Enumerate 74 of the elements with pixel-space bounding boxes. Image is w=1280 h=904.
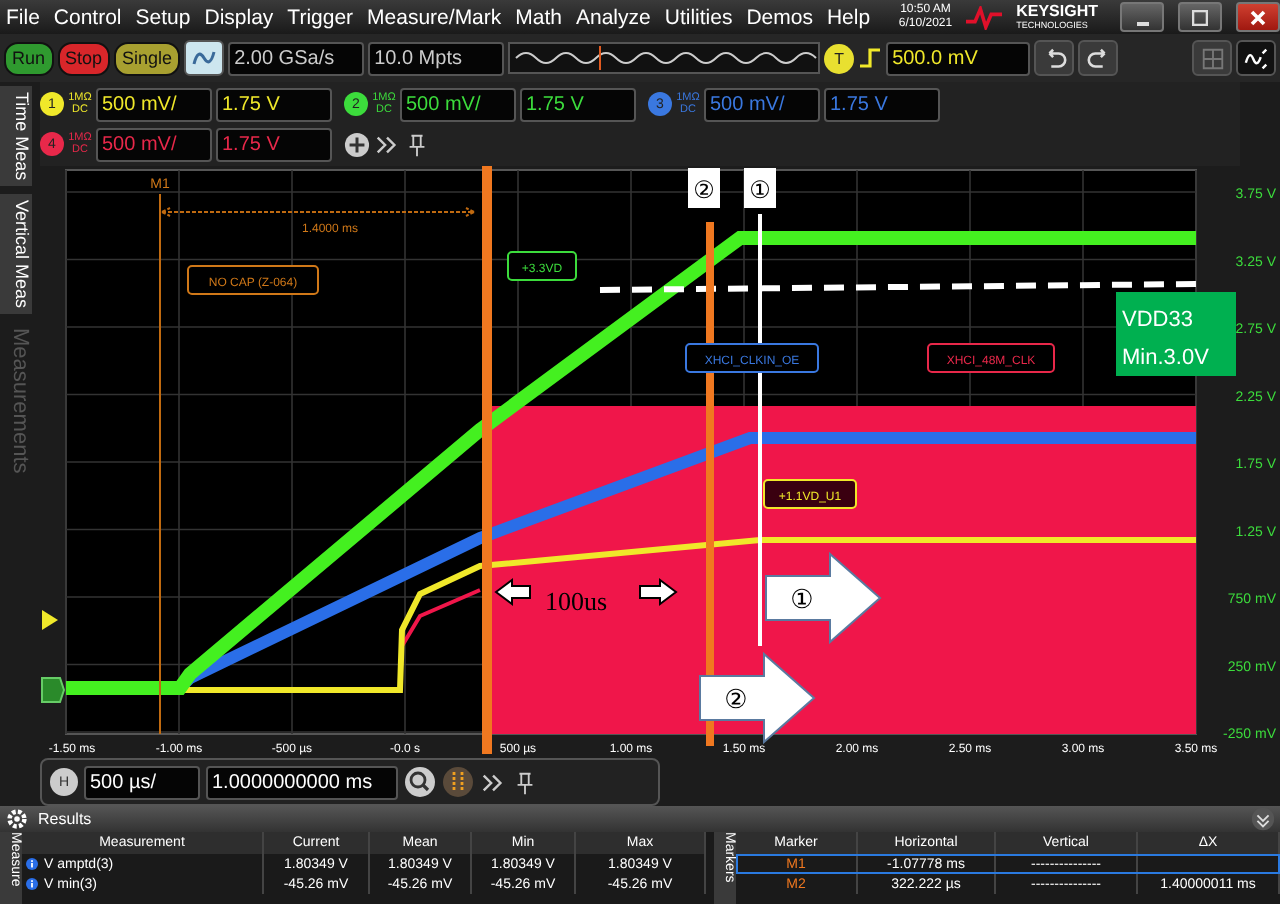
cursor-number: ② (693, 176, 715, 204)
callout-text: Min.3.0V (1122, 346, 1209, 370)
channel-scale-field[interactable]: 500 mV/ (96, 87, 212, 121)
channel-offset-field[interactable]: 1.75 V (216, 127, 332, 161)
menu-item[interactable]: Control (53, 5, 122, 29)
channel-scale-field[interactable]: 500 mV/ (96, 127, 212, 161)
wave-icon (1243, 45, 1269, 71)
channel-offset-field[interactable]: 1.75 V (520, 87, 636, 121)
cursor-tag (688, 168, 720, 208)
arrow-number: ① (790, 586, 814, 616)
arrow-shape (765, 551, 882, 645)
info-icon (26, 878, 38, 890)
autoscale-button[interactable] (184, 40, 225, 76)
zoom-icon[interactable] (404, 766, 436, 798)
menu-item[interactable]: Analyze (576, 5, 651, 29)
arrow-number: ② (724, 686, 748, 716)
run-control-button[interactable]: Run (4, 41, 54, 75)
callout-background (1116, 292, 1236, 376)
maximize-icon (1192, 9, 1208, 25)
info-icon (26, 858, 38, 870)
memory-depth-field[interactable]: 10.0 Mpts (368, 41, 505, 75)
trigger-level-icon[interactable] (42, 610, 58, 630)
time-position-field[interactable]: 1.0000000000 ms (206, 765, 398, 799)
cursor-line[interactable] (758, 214, 762, 646)
menu-item[interactable]: Math (515, 5, 562, 29)
right-arrow-icon (639, 578, 678, 606)
menu-item[interactable]: Setup (135, 5, 191, 29)
minimize-button[interactable] (1120, 2, 1164, 32)
maximize-button[interactable] (1178, 2, 1222, 32)
cursor-tag (744, 168, 776, 208)
sample-rate-field[interactable]: 2.00 GSa/s (228, 41, 365, 75)
channel-offset-field[interactable]: 1.75 V (216, 87, 332, 121)
side-tab[interactable]: Time Meas (0, 86, 32, 187)
marker-line[interactable] (159, 193, 161, 735)
callout-title: VDD33 (1122, 308, 1193, 332)
channel-scale-field[interactable]: 500 mV/ (400, 87, 516, 121)
rising-edge-icon (858, 46, 883, 70)
run-control-button[interactable]: Stop (57, 41, 111, 75)
results-title: Results (38, 810, 92, 828)
menu-item[interactable]: Display (204, 5, 274, 29)
channel-offset-field[interactable]: 1.75 V (824, 87, 940, 121)
waveform-button[interactable] (1236, 40, 1276, 76)
menu-item[interactable]: Help (826, 5, 871, 29)
menu-item[interactable]: Measure/Mark (367, 5, 502, 29)
trigger-level-field[interactable]: 500.0 mV (886, 41, 1031, 75)
close-icon (1248, 7, 1268, 27)
minimize-icon (1135, 21, 1149, 25)
run-control-button[interactable]: Single (114, 41, 181, 75)
side-tab[interactable]: Vertical Meas (0, 194, 32, 315)
brand-name: KEYSIGHT (1016, 3, 1098, 17)
span-label: 100us (544, 586, 608, 616)
channel-scale-field[interactable]: 500 mV/ (704, 87, 820, 121)
collapse-icon[interactable] (1250, 806, 1276, 832)
redo-button[interactable] (1078, 40, 1119, 76)
menu-item[interactable]: File (6, 5, 40, 29)
left-arrow-icon (494, 578, 531, 606)
menu-item[interactable]: Utilities (664, 5, 733, 29)
grid-icon (1199, 45, 1225, 71)
wave-logo-icon (966, 5, 1003, 29)
menu-item[interactable]: Trigger (287, 5, 354, 29)
undo-button[interactable] (1034, 40, 1075, 76)
add-icon[interactable] (344, 131, 370, 157)
menu-item[interactable]: Demos (746, 5, 813, 29)
chevron-icon[interactable] (480, 769, 506, 795)
time-scale-field[interactable]: 500 µs/ (84, 765, 200, 799)
trigger-badge[interactable]: T (824, 43, 855, 73)
chevron-icon[interactable] (374, 131, 400, 157)
markers-icon[interactable] (442, 766, 474, 798)
arrow-shape (699, 651, 816, 745)
settings-icon[interactable] (4, 806, 30, 832)
close-button[interactable] (1236, 2, 1280, 32)
pin-icon[interactable] (404, 131, 430, 157)
cursor-number: ① (749, 176, 771, 204)
pin-icon[interactable] (512, 769, 538, 795)
